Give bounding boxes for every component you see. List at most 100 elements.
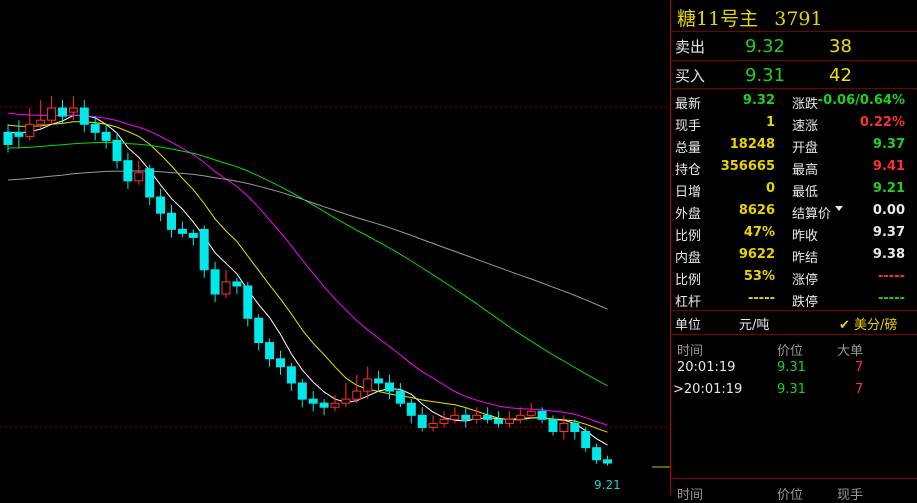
quote-value: 9.41 [872, 159, 905, 174]
candle-body [559, 422, 569, 432]
ticks2-size-header: 现手 [837, 488, 864, 503]
ma20-line [7, 112, 608, 426]
buy-price[interactable]: 9.31 [745, 65, 785, 86]
last-price-label: 9.21 [594, 478, 621, 492]
quote-label: 日增 [675, 185, 702, 200]
candlestick-chart[interactable] [0, 0, 670, 495]
quote-label-text: 速涨 [792, 119, 819, 134]
candle-body [243, 285, 253, 319]
quote-label: 外盘 [675, 207, 702, 222]
ticks-price-header: 价位 [777, 344, 804, 359]
quote-row: 现手 1 速涨 0.22% [671, 112, 917, 134]
candle-body [134, 172, 144, 182]
candle-body [330, 402, 340, 408]
buy-volume: 42 [829, 65, 852, 86]
instrument-name: 糖11号主 [677, 8, 759, 30]
candle-body [25, 123, 35, 137]
candle-body [385, 382, 394, 392]
usd-unit-label: 美分/磅 [854, 318, 898, 333]
candle-body [112, 139, 122, 162]
usd-checkbox[interactable]: ✔ 美分/磅 [839, 314, 897, 333]
quote-label: 最低 [792, 181, 818, 200]
candle-body [428, 422, 438, 428]
quote-label: 涨跌 [792, 93, 818, 112]
instrument-title: 糖11号主 3791 [677, 4, 823, 31]
quote-label: 杠杆 [675, 295, 702, 310]
quote-row: 杠杆 ----- 跌停 ----- [671, 288, 917, 310]
sell-volume: 38 [829, 36, 852, 57]
quote-value: -0.06/0.64% [817, 93, 905, 108]
candle-body [472, 414, 482, 420]
candle-body [417, 414, 427, 428]
sell-row[interactable]: 卖出 9.32 38 [671, 32, 917, 60]
candle-body [232, 281, 242, 287]
quote-value: 0 [765, 181, 775, 196]
quote-row: 比例 47% 昨收 9.37 [671, 222, 917, 244]
quote-value: 9.21 [872, 181, 905, 196]
ticks2-time-header: 时间 [677, 488, 704, 503]
sell-price[interactable]: 9.32 [745, 36, 785, 57]
candle-body [297, 382, 307, 400]
candle-body [395, 390, 405, 404]
quote-value: ----- [878, 291, 905, 306]
quote-label: 昨收 [792, 225, 818, 244]
candle-body [286, 366, 296, 384]
candle-body [199, 228, 209, 271]
quote-value: 9.32 [742, 93, 775, 108]
candle-body [221, 281, 231, 295]
quote-label: 涨停 [792, 269, 818, 288]
ticks2-price-header: 价位 [777, 488, 804, 503]
ticks-time-header: 时间 [677, 344, 704, 359]
tick-price: 9.31 [777, 360, 806, 375]
candle-body [352, 390, 362, 400]
sell-label: 卖出 [675, 38, 706, 56]
candle-body [47, 107, 57, 121]
candle-body [79, 107, 89, 125]
quote-value: 18248 [729, 137, 775, 152]
candle-body [265, 342, 275, 360]
ma10-line [7, 121, 608, 433]
quote-label[interactable]: 结算价 [792, 203, 844, 222]
buy-row[interactable]: 买入 9.31 42 [671, 61, 917, 89]
quote-value: 9622 [738, 247, 775, 262]
unit-label: 单位 [675, 318, 702, 333]
candle-body [374, 378, 384, 384]
unit-value[interactable]: 元/吨 [739, 314, 769, 333]
instrument-code: 3791 [774, 8, 823, 30]
tick-time-text: 20:01:19 [683, 382, 743, 397]
candle-body [406, 402, 416, 416]
ma60-line [7, 170, 608, 310]
quote-row: 内盘 9622 昨结 9.38 [671, 244, 917, 266]
quote-label: 速涨 [792, 115, 818, 134]
quote-value: 9.37 [872, 137, 905, 152]
candle-body [515, 414, 525, 420]
quote-label: 内盘 [675, 251, 702, 266]
quote-value: 0.22% [859, 115, 905, 130]
quote-label-text: 涨停 [792, 273, 819, 288]
candle-body [167, 212, 176, 230]
candle-body [210, 269, 220, 295]
candle-body [341, 398, 351, 404]
candle-body [439, 418, 449, 424]
candle-body [145, 168, 155, 198]
candle-body [603, 459, 612, 464]
quote-value: 9.38 [872, 247, 905, 262]
quote-label: 跌停 [792, 291, 818, 310]
quote-value: 0.00 [872, 203, 905, 218]
quote-label: 开盘 [792, 137, 818, 156]
quote-row: 日增 0 最低 9.21 [671, 178, 917, 200]
ma40-line [7, 141, 608, 387]
tick-row[interactable]: 20:01:19 9.31 7 [671, 358, 917, 378]
quote-label: 比例 [675, 273, 702, 288]
chevron-down-icon[interactable] [835, 206, 844, 211]
candle-body [504, 418, 514, 424]
tick-row[interactable]: >20:01:19 9.31 7 [671, 380, 917, 400]
quote-value: 1 [765, 115, 775, 130]
candle-body [90, 123, 100, 133]
quote-value: 47% [743, 225, 775, 240]
quote-row: 比例 53% 涨停 ----- [671, 266, 917, 288]
quote-label-text: 昨收 [792, 229, 819, 244]
candle-body [3, 131, 13, 145]
quote-row: 最新 9.32 涨跌 -0.06/0.64% [671, 90, 917, 112]
candle-body [494, 418, 503, 424]
